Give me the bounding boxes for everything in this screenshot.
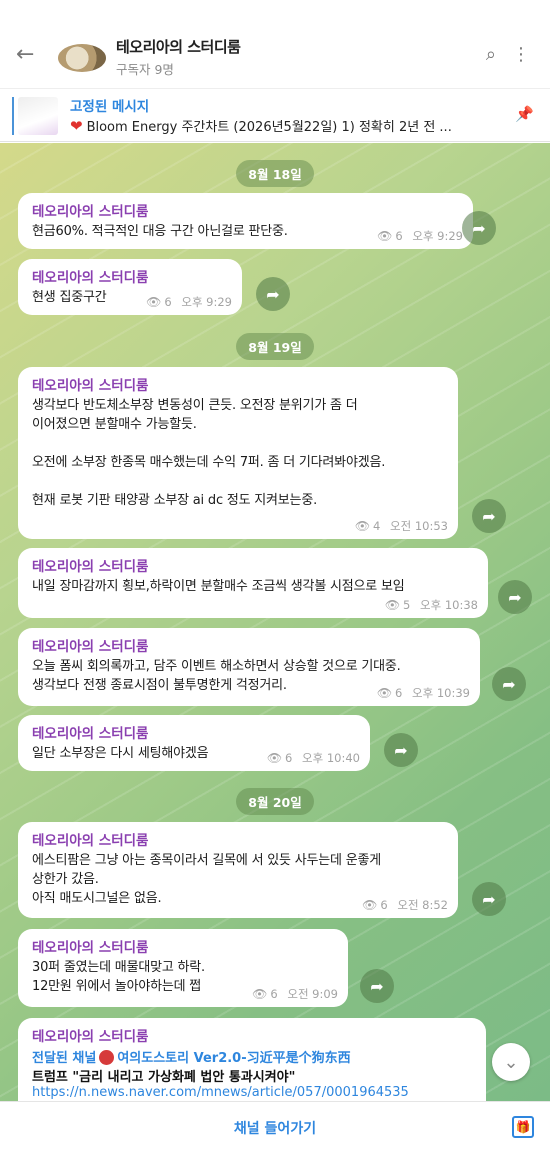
- sender-name[interactable]: 테오리아의 스터디룸: [32, 635, 468, 655]
- forward-icon[interactable]: ➦: [384, 733, 418, 767]
- message-meta: 👁 6 오후 9:29: [146, 295, 232, 309]
- pin-icon[interactable]: 📌: [515, 105, 534, 123]
- gift-icon[interactable]: 🎁: [512, 1116, 534, 1138]
- sender-name[interactable]: 테오리아의 스터디룸: [32, 829, 446, 849]
- eye-icon: 👁: [384, 598, 401, 612]
- date-separator: 8월 19일: [0, 333, 550, 360]
- eye-icon: 👁: [376, 686, 393, 700]
- pinned-thumbnail: [18, 97, 58, 135]
- eye-icon: 👁: [252, 987, 268, 1001]
- message-meta: 👁 6 오후 10:40: [266, 751, 360, 765]
- subscriber-count: 구독자 9명: [116, 62, 174, 77]
- date-separator: 8월 18일: [0, 160, 550, 187]
- back-arrow-icon[interactable]: ←: [16, 42, 42, 68]
- pinned-indicator: [12, 97, 14, 135]
- message-bubble[interactable]: 테오리아의 스터디룸 30퍼 줄였는데 매물대맞고 하락. 12만원 위에서 놀…: [18, 929, 348, 1007]
- forward-icon[interactable]: ➦: [462, 211, 496, 245]
- sender-name[interactable]: 테오리아의 스터디룸: [32, 722, 358, 742]
- pinned-text: Bloom Energy 주간차트 (2026년5월22일) 1) 정확히 2년…: [86, 120, 452, 135]
- article-link[interactable]: https://n.news.naver.com/mnews/article/0…: [32, 1085, 474, 1100]
- channel-title[interactable]: 테오리아의 스터디룸: [116, 36, 241, 57]
- sender-name[interactable]: 테오리아의 스터디룸: [32, 936, 336, 956]
- more-vertical-icon[interactable]: ⋮: [512, 44, 530, 65]
- forward-icon[interactable]: ➦: [256, 277, 290, 311]
- forward-icon[interactable]: ➦: [492, 667, 526, 701]
- eye-icon: 👁: [354, 519, 371, 533]
- eye-icon: 👁: [146, 295, 162, 309]
- date-separator: 8월 20일: [0, 788, 550, 815]
- chat-header: ← 테오리아의 스터디룸 구독자 9명 ⌕ ⋮: [0, 0, 550, 88]
- forward-icon[interactable]: ➦: [472, 882, 506, 916]
- sender-name[interactable]: 테오리아의 스터디룸: [32, 374, 446, 394]
- message-bubble[interactable]: 테오리아의 스터디룸 오늘 폼씨 회의록까고, 담주 이벤트 해소하면서 상승할…: [18, 628, 480, 706]
- sender-name[interactable]: 테오리아의 스터디룸: [32, 266, 230, 286]
- message-meta: 👁 6 오후 10:39: [376, 686, 470, 700]
- message-bubble[interactable]: 테오리아의 스터디룸 현금60%. 적극적인 대응 구간 아닌걸로 판단중. 👁…: [18, 193, 473, 249]
- heart-icon: ❤: [70, 117, 83, 135]
- message-meta: 👁 6 오전 8:52: [362, 898, 448, 912]
- avatar[interactable]: [58, 44, 106, 72]
- scroll-down-button[interactable]: ⌄: [492, 1043, 530, 1081]
- message-bubble[interactable]: 테오리아의 스터디룸 일단 소부장은 다시 세팅해야겠음 👁 6 오후 10:40: [18, 715, 370, 771]
- message-bubble[interactable]: 테오리아의 스터디룸 현생 집중구간 👁 6 오후 9:29: [18, 259, 242, 315]
- message-text: 내일 장마감까지 횡보,하락이면 분할매수 조금씩 생각볼 시점으로 보임: [32, 579, 405, 594]
- sender-name[interactable]: 테오리아의 스터디룸: [32, 200, 461, 220]
- pinned-message-bar[interactable]: 고정된 메시지 ❤ Bloom Energy 주간차트 (2026년5월22일) …: [0, 88, 550, 142]
- sender-name[interactable]: 테오리아의 스터디룸: [32, 1025, 474, 1045]
- pinned-text-row: ❤ Bloom Energy 주간차트 (2026년5월22일) 1) 정확히 2…: [70, 116, 500, 135]
- message-meta: 👁 5 오후 10:38: [384, 598, 478, 612]
- message-meta: 👁 6 오후 9:29: [377, 229, 463, 243]
- message-meta: 👁 6 오전 9:09: [252, 987, 338, 1001]
- message-bubble[interactable]: 테오리아의 스터디룸 생각보다 반도체소부장 변동성이 큰듯. 오전장 분위기가…: [18, 367, 458, 539]
- pinned-label: 고정된 메시지: [70, 99, 150, 115]
- forwarded-headline: 트럼프 "금리 내리고 가상화폐 법안 통과시켜야": [32, 1070, 296, 1085]
- forward-icon[interactable]: ➦: [360, 969, 394, 1003]
- eye-icon: 👁: [266, 751, 283, 765]
- bottom-bar: 채널 들어가기 🎁: [0, 1101, 550, 1153]
- join-channel-button[interactable]: 채널 들어가기: [0, 1118, 550, 1138]
- forwarded-message-bubble[interactable]: 테오리아의 스터디룸 전달된 채널 여의도스토리 Ver2.0-习近平是个狗东西 …: [18, 1018, 486, 1101]
- channel-badge-icon: [99, 1050, 115, 1065]
- message-meta: 👁 4 오전 10:53: [354, 519, 448, 533]
- eye-icon: 👁: [377, 229, 393, 243]
- message-text: 생각보다 반도체소부장 변동성이 큰듯. 오전장 분위기가 좀 더 이어졌으면 …: [32, 398, 386, 508]
- chevron-down-icon: ⌄: [503, 1051, 519, 1073]
- message-bubble[interactable]: 테오리아의 스터디룸 에스티팜은 그냥 아는 종목이라서 길목에 서 있듯 사두…: [18, 822, 458, 918]
- message-bubble[interactable]: 테오리아의 스터디룸 내일 장마감까지 횡보,하락이면 분할매수 조금씩 생각볼…: [18, 548, 488, 618]
- forwarded-from[interactable]: 전달된 채널 여의도스토리 Ver2.0-习近平是个狗东西: [32, 1047, 474, 1066]
- forward-icon[interactable]: ➦: [498, 580, 532, 614]
- sender-name[interactable]: 테오리아의 스터디룸: [32, 555, 476, 575]
- search-icon[interactable]: ⌕: [486, 44, 496, 65]
- eye-icon: 👁: [362, 898, 378, 912]
- forward-icon[interactable]: ➦: [472, 499, 506, 533]
- chat-area[interactable]: 8월 18일 테오리아의 스터디룸 현금60%. 적극적인 대응 구간 아닌걸로…: [0, 143, 550, 1101]
